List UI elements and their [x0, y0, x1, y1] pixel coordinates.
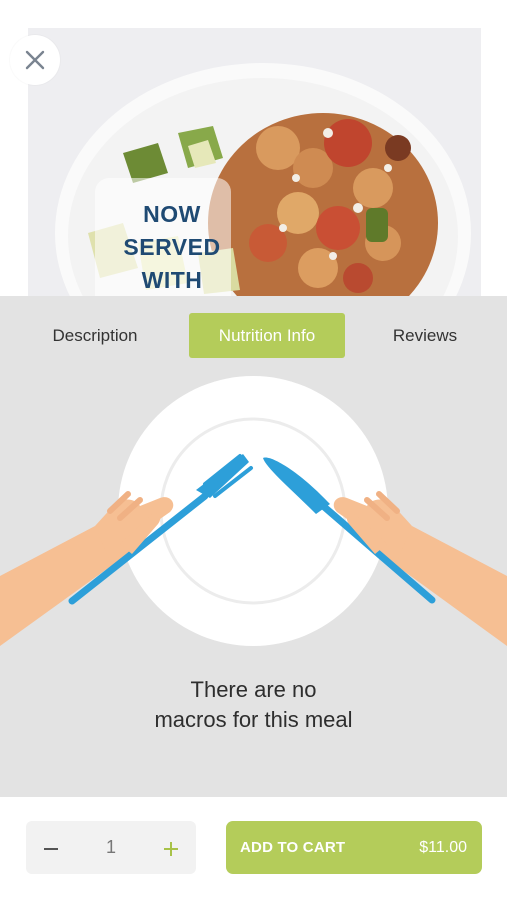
- close-icon: [25, 50, 45, 70]
- empty-message-line: macros for this meal: [154, 707, 353, 732]
- tab-nutrition-info[interactable]: Nutrition Info: [189, 313, 345, 358]
- decrease-quantity-button[interactable]: [26, 821, 76, 874]
- quantity-value: 1: [105, 837, 116, 857]
- plus-icon: [164, 842, 178, 857]
- badge-line: WITH: [141, 267, 203, 293]
- meal-photo: NOW SERVED WITH: [28, 28, 481, 296]
- add-to-cart-button[interactable]: ADD TO CART $11.00: [226, 821, 482, 874]
- meal-bowl-image: [28, 28, 481, 296]
- close-button[interactable]: [10, 35, 60, 85]
- content-panel: Description Nutrition Info Reviews There…: [0, 296, 507, 797]
- tab-description[interactable]: Description: [40, 313, 150, 358]
- empty-plate-illustration: [0, 376, 507, 646]
- tab-reviews[interactable]: Reviews: [380, 313, 470, 358]
- badge-line: NOW: [143, 201, 201, 227]
- quantity-stepper: 1: [26, 821, 196, 874]
- empty-macros-message: There are no macros for this meal: [0, 675, 507, 735]
- bottom-bar: 1 ADD TO CART $11.00: [0, 797, 507, 900]
- increase-quantity-button[interactable]: [146, 821, 196, 874]
- empty-message-line: There are no: [190, 677, 317, 702]
- add-to-cart-label: ADD TO CART: [240, 839, 346, 856]
- promo-badge-text: NOW SERVED WITH: [116, 198, 228, 296]
- minus-icon: [44, 848, 58, 851]
- badge-line: SERVED: [123, 234, 221, 260]
- price-label: $11.00: [419, 839, 467, 856]
